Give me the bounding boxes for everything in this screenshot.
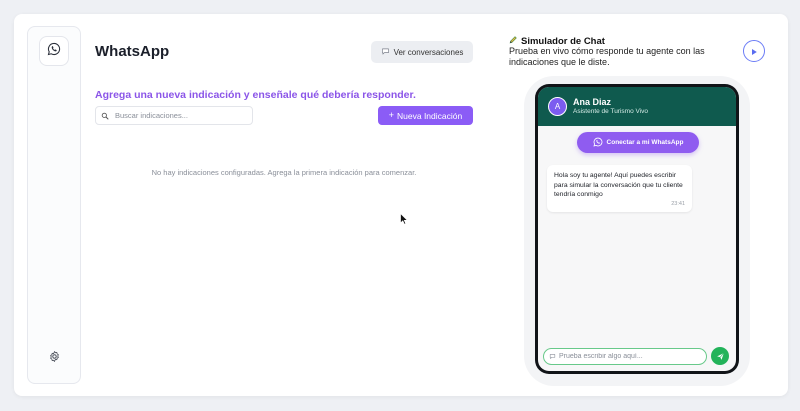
chat-input-box xyxy=(543,347,707,365)
message-time: 23:41 xyxy=(671,200,685,207)
plus-icon: + xyxy=(388,110,395,120)
message-text: Hola soy tu agente! Aquí puedes escribir… xyxy=(554,172,683,198)
whatsapp-icon xyxy=(47,42,61,61)
view-conversations-label: Ver conversaciones xyxy=(393,47,464,57)
gear-icon xyxy=(48,350,61,368)
sidebar-item-whatsapp[interactable] xyxy=(39,36,69,66)
simulator-title-text: Simulador de Chat xyxy=(521,35,605,47)
app-window: WhatsApp Ver conversaciones Agrega una n… xyxy=(14,14,788,396)
contact-subtitle: Asistente de Turismo Vivo xyxy=(573,108,649,115)
simulator-description: Prueba en vivo cómo responde tu agente c… xyxy=(509,46,705,67)
connect-whatsapp-label: Conectar a mi WhatsApp xyxy=(606,139,684,146)
section-subtitle: Agrega una nueva indicación y enseñale q… xyxy=(95,89,416,101)
search-box xyxy=(95,106,253,125)
message-bubble: Hola soy tu agente! Aquí puedes escribir… xyxy=(547,165,692,212)
search-input[interactable] xyxy=(115,111,235,120)
phone-frame: A Ana Diaz Asistente de Turismo Vivo Con… xyxy=(535,84,739,374)
play-icon xyxy=(750,44,758,59)
avatar: A xyxy=(548,97,567,116)
phone-screen: A Ana Diaz Asistente de Turismo Vivo Con… xyxy=(538,87,736,371)
search-icon xyxy=(101,107,109,125)
page-title: WhatsApp xyxy=(95,43,170,60)
speech-bubble-icon xyxy=(381,47,390,58)
new-indication-button[interactable]: + Nueva Indicación xyxy=(378,106,473,125)
chat-input-row xyxy=(543,347,733,365)
chat-header: A Ana Diaz Asistente de Turismo Vivo xyxy=(538,87,736,126)
contact-name: Ana Diaz xyxy=(573,97,612,107)
mouse-cursor-icon xyxy=(400,212,409,230)
new-indication-label: Nueva Indicación xyxy=(397,110,463,121)
play-button[interactable] xyxy=(743,40,765,62)
chat-message-input[interactable] xyxy=(559,352,699,360)
connect-whatsapp-button[interactable]: Conectar a mi WhatsApp xyxy=(577,132,699,153)
sidebar xyxy=(27,26,81,384)
contact-info: Ana Diaz Asistente de Turismo Vivo xyxy=(573,97,648,116)
view-conversations-button[interactable]: Ver conversaciones xyxy=(371,41,473,63)
speech-bubble-icon xyxy=(549,347,556,365)
send-button[interactable] xyxy=(711,347,729,365)
whatsapp-icon xyxy=(592,137,603,149)
send-icon xyxy=(716,349,725,364)
empty-state-message: No hay indicaciones configuradas. Agrega… xyxy=(151,168,417,177)
sidebar-item-settings[interactable] xyxy=(39,344,69,374)
